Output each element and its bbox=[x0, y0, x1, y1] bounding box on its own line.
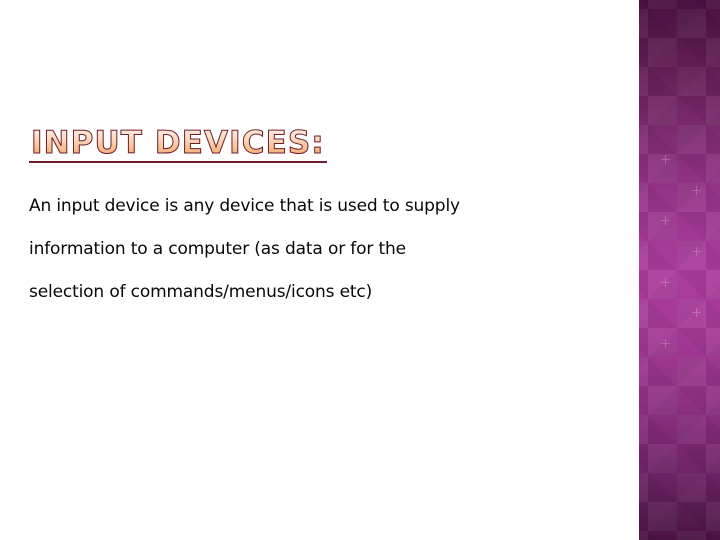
slide-title-block: INPUT DEVICES: bbox=[29, 126, 589, 163]
page-title: INPUT DEVICES: bbox=[29, 125, 327, 163]
slide-content-area: INPUT DEVICES: An input device is any de… bbox=[0, 0, 639, 540]
body-line: An input device is any device that is us… bbox=[29, 196, 460, 216]
argyle-pattern-shadow-overlay bbox=[639, 0, 720, 540]
sparkle-icon bbox=[661, 339, 670, 348]
decorative-side-panel bbox=[639, 0, 720, 540]
sparkle-icon bbox=[692, 308, 701, 317]
slide-canvas: INPUT DEVICES: An input device is any de… bbox=[0, 0, 720, 540]
slide-body-block: An input device is any device that is us… bbox=[29, 185, 609, 314]
argyle-pattern-overlay bbox=[639, 0, 720, 540]
body-line: selection of commands/menus/icons etc) bbox=[29, 282, 373, 302]
sparkle-icon bbox=[661, 278, 670, 287]
sparkle-icon bbox=[692, 186, 701, 195]
sparkle-icon bbox=[661, 155, 670, 164]
sparkle-icon bbox=[661, 216, 670, 225]
body-line: information to a computer (as data or fo… bbox=[29, 239, 406, 259]
sparkle-icon bbox=[692, 247, 701, 256]
